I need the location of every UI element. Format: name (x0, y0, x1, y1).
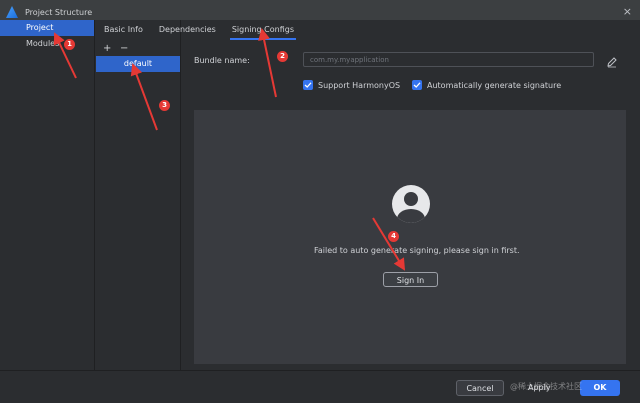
checkbox-checked-icon (303, 80, 313, 90)
title-bar: Project Structure × (0, 4, 640, 20)
annotation-badge-3: 3 (159, 100, 170, 111)
edit-icon[interactable] (606, 53, 618, 68)
config-item-default[interactable]: default (96, 56, 180, 72)
tab-basic-info[interactable]: Basic Info (104, 20, 143, 40)
left-nav: Project Modules (0, 20, 95, 370)
support-harmonyos-label: Support HarmonyOS (318, 80, 401, 90)
apply-button[interactable]: Apply (528, 380, 574, 396)
cancel-button[interactable]: Cancel (456, 380, 504, 396)
checkbox-checked-icon (412, 80, 422, 90)
tab-dependencies[interactable]: Dependencies (159, 20, 216, 40)
add-config-button[interactable]: + (103, 43, 111, 54)
close-icon[interactable]: × (623, 6, 632, 18)
nav-item-project[interactable]: Project (0, 20, 94, 36)
bundle-name-input[interactable]: com.my.myapplication (303, 52, 594, 67)
app-logo-icon (6, 6, 18, 18)
ok-button[interactable]: OK (580, 380, 620, 396)
sign-in-failure-message: Failed to auto generate signing, please … (314, 246, 520, 255)
bundle-name-label: Bundle name: (194, 56, 250, 65)
annotation-badge-4: 4 (388, 231, 399, 242)
nav-item-modules[interactable]: Modules (0, 36, 94, 52)
annotation-badge-1: 1 (64, 39, 75, 50)
annotation-badge-2: 2 (277, 51, 288, 62)
signing-config-list-panel (95, 20, 181, 370)
remove-config-button[interactable]: − (120, 43, 128, 54)
sign-in-button[interactable]: Sign In (383, 272, 438, 287)
window-title: Project Structure (25, 7, 93, 17)
user-avatar-icon (392, 185, 430, 223)
tab-signing-configs[interactable]: Signing Configs (229, 20, 297, 40)
sign-in-panel (194, 110, 626, 364)
auto-generate-signature-label: Automatically generate signature (427, 80, 562, 90)
support-harmonyos-checkbox[interactable]: Support HarmonyOS (303, 80, 400, 90)
tab-strip: Basic Info Dependencies Signing Configs (96, 20, 640, 40)
auto-generate-signature-checkbox[interactable]: Automatically generate signature (412, 80, 561, 90)
